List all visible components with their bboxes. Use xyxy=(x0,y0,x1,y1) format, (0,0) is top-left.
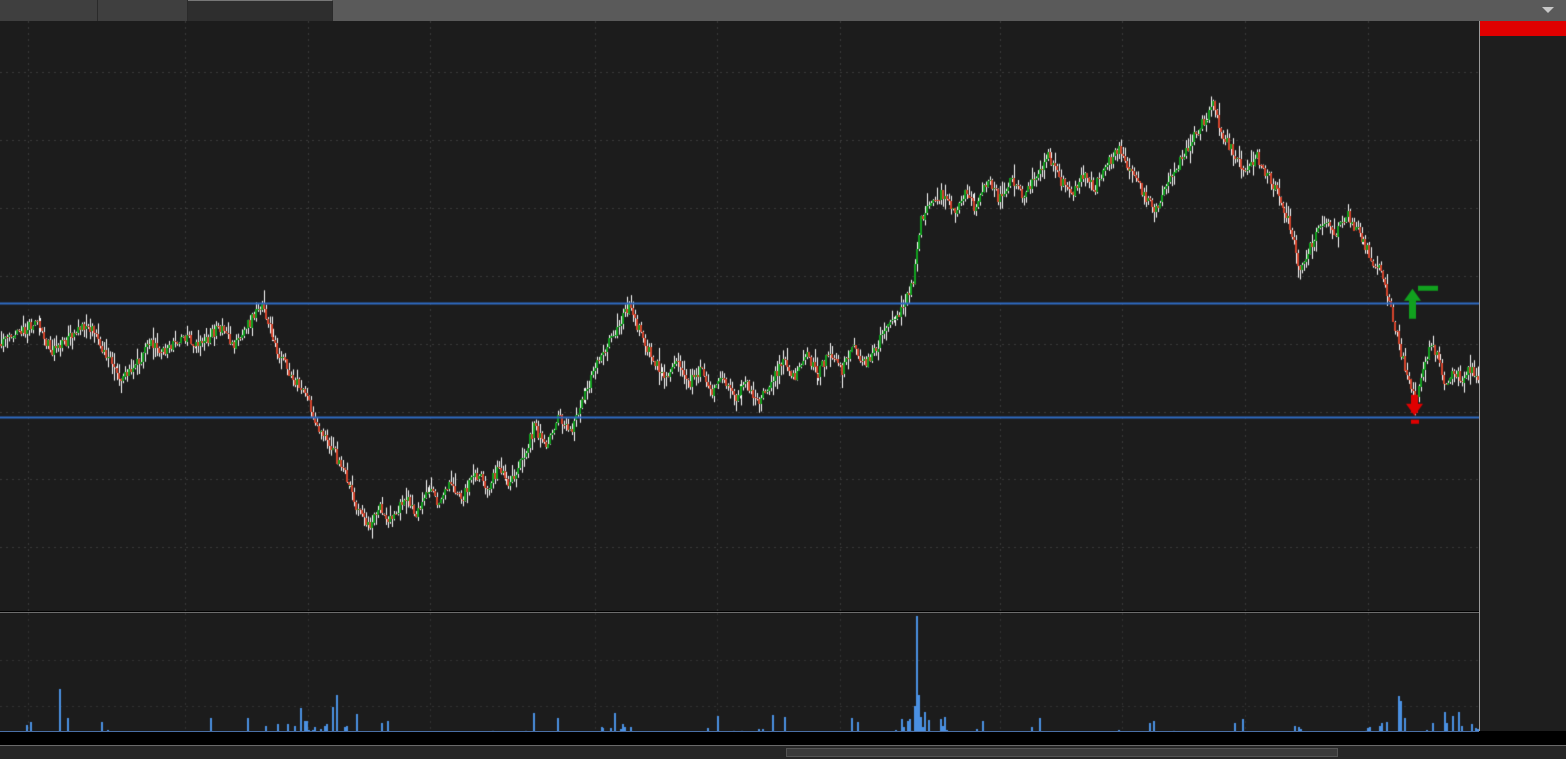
tab-bar xyxy=(0,0,1566,22)
sell-order-price-flag[interactable] xyxy=(1480,21,1566,36)
tab-close-button[interactable] xyxy=(1507,0,1523,21)
price-pane[interactable] xyxy=(0,21,1479,611)
chevron-down-icon[interactable] xyxy=(1542,7,1554,13)
candlestick-canvas[interactable] xyxy=(0,21,1479,611)
tab-order-book[interactable] xyxy=(98,0,188,21)
scrollbar-thumb[interactable] xyxy=(786,748,1338,757)
price-axis[interactable] xyxy=(1479,21,1566,731)
chart-frame xyxy=(0,21,1566,758)
tab-chart[interactable] xyxy=(188,0,333,21)
tab-market-watch[interactable] xyxy=(0,0,98,21)
horizontal-scrollbar[interactable] xyxy=(0,745,1566,759)
